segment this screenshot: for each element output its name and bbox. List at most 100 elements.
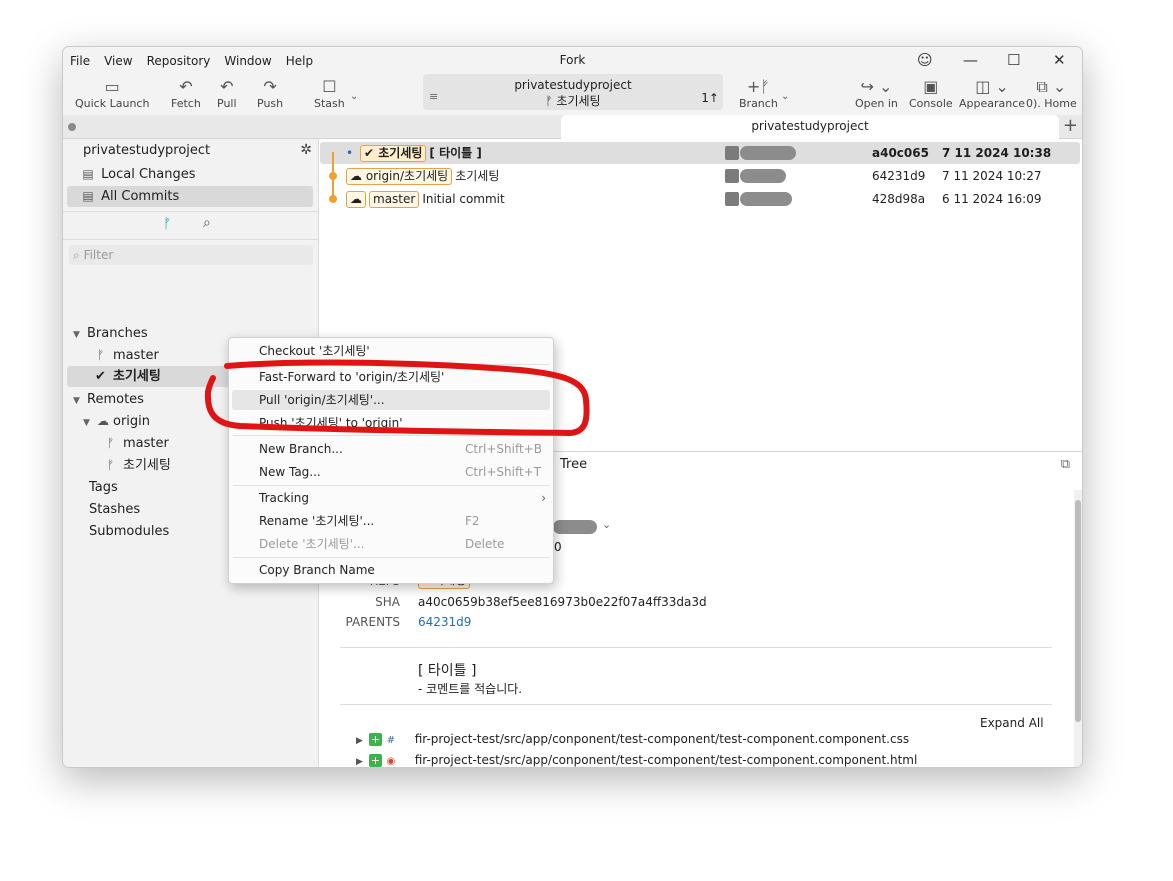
expand-all-button[interactable]: Expand All bbox=[980, 716, 1044, 730]
minimize-icon[interactable]: — bbox=[963, 51, 978, 69]
remote-branch-current[interactable]: ᚠ 초기세팅 bbox=[107, 455, 171, 476]
stash-icon: ☐ bbox=[322, 77, 337, 96]
menu-item-new-tag[interactable]: New Tag... Ctrl+Shift+T bbox=[232, 462, 550, 482]
menu-item-rename[interactable]: Rename '초기세팅'... F2 bbox=[232, 511, 550, 531]
status-dot-icon bbox=[68, 123, 76, 131]
file-row[interactable]: ▶ + ◉ fir-project-test/src/app/conponent/t… bbox=[356, 753, 917, 767]
message-title: [ 타이틀 ] bbox=[418, 663, 477, 679]
branch-view-icon[interactable]: ᚠ bbox=[163, 216, 171, 232]
tree-tags[interactable]: Tags bbox=[89, 477, 118, 498]
sidebar-item-all-commits[interactable]: ▤ All Commits bbox=[67, 186, 313, 207]
menu-item-checkout[interactable]: Checkout '초기세팅' bbox=[232, 341, 550, 361]
quick-launch-button[interactable]: ▭ Quick Launch bbox=[75, 77, 149, 110]
commit-message: [ 타이틀 ] bbox=[429, 146, 482, 160]
close-icon[interactable]: ✕ bbox=[1053, 51, 1066, 69]
branch-icon: ᚠ bbox=[97, 348, 105, 362]
message-body: - 코멘트를 적습니다. bbox=[418, 682, 523, 696]
sidebar-repo-name: privatestudyproject bbox=[83, 143, 211, 158]
sidebar-item-local-changes[interactable]: ▤ Local Changes bbox=[67, 164, 313, 185]
fetch-button[interactable]: ↶ Fetch bbox=[171, 77, 201, 110]
expand-icon: ▼ bbox=[73, 396, 80, 406]
css-file-icon: # bbox=[386, 735, 396, 746]
graph-node bbox=[329, 195, 337, 203]
tree-branches[interactable]: ▼ Branches bbox=[73, 323, 148, 346]
open-in-icon: ↪ ⌄ bbox=[860, 77, 893, 96]
branch-tag: ✔ 초기세팅 bbox=[360, 145, 427, 162]
menu-separator bbox=[233, 364, 549, 365]
add-tab-icon[interactable]: + bbox=[1063, 115, 1078, 137]
remote-branch-master[interactable]: ᚠ master bbox=[107, 433, 169, 454]
windows-icon: ⧉ ⌄ bbox=[1036, 77, 1067, 96]
commit-date: 6 11 2024 16:09 bbox=[942, 192, 1042, 206]
head-dot-icon: • bbox=[346, 146, 354, 160]
commit-row[interactable]: • ✔ 초기세팅[ 타이틀 ] a40c065 7 11 2024 10:38 bbox=[320, 142, 1080, 202]
commits-icon: ▤ bbox=[82, 189, 94, 203]
branch-dropdown-icon[interactable]: ⌄ bbox=[781, 91, 789, 102]
menu-separator bbox=[233, 435, 549, 436]
window-icon: ▭ bbox=[104, 77, 120, 96]
title-bar: File View Repository Window Help Fork ☺ … bbox=[63, 47, 1082, 75]
pull-button[interactable]: ↶ Pull bbox=[217, 77, 237, 110]
menu-item-pull[interactable]: Pull 'origin/초기세팅'... bbox=[232, 390, 550, 410]
tree-remotes[interactable]: ▼ Remotes bbox=[73, 389, 144, 412]
shortcut: Ctrl+Shift+T bbox=[465, 465, 542, 479]
shortcut: Delete bbox=[465, 537, 505, 551]
parents-label: PARENTS bbox=[345, 615, 400, 629]
repo-name: privatestudyproject bbox=[514, 78, 632, 92]
filter-input[interactable]: ⌕ Filter bbox=[69, 245, 313, 265]
file-row[interactable]: ▶ + # fir-project-test/src/app/conponent/t… bbox=[356, 732, 909, 746]
stash-button[interactable]: ☐ Stash bbox=[314, 77, 345, 110]
remote-tag: ☁ origin/초기세팅 bbox=[346, 168, 453, 185]
cloud-icon: ☁ bbox=[97, 414, 109, 428]
appearance-button[interactable]: ◫ ⌄ Appearance bbox=[959, 77, 1025, 110]
author-redacted bbox=[740, 169, 786, 183]
menu-item-new-branch[interactable]: New Branch... Ctrl+Shift+B bbox=[232, 439, 550, 459]
branch-button[interactable]: +ᚠ Branch bbox=[739, 77, 778, 110]
chevron-down-icon[interactable]: ⌄ bbox=[602, 518, 611, 531]
ahead-count: 1↑ bbox=[701, 91, 719, 105]
details-scrollbar[interactable] bbox=[1074, 490, 1082, 767]
expand-icon: ▼ bbox=[73, 330, 80, 340]
pull-icon: ↶ bbox=[220, 77, 234, 96]
home-button[interactable]: ⧉ ⌄ 0). Home bbox=[1026, 77, 1077, 110]
menu-item-fast-forward[interactable]: Fast-Forward to 'origin/초기세팅' bbox=[232, 367, 550, 387]
remote-item-origin[interactable]: ▼ ☁ origin bbox=[83, 411, 150, 434]
shortcut: Ctrl+Shift+B bbox=[465, 442, 542, 456]
branch-item-master[interactable]: ᚠ master bbox=[97, 345, 159, 366]
sha-label: SHA bbox=[375, 595, 400, 609]
menu-item-push[interactable]: Push '초기세팅' to 'origin' bbox=[232, 413, 550, 433]
repository-selector[interactable]: ≡ privatestudyproject ᚠ 초기세팅 1↑ bbox=[423, 74, 723, 110]
parents-link[interactable]: 64231d9 bbox=[418, 615, 471, 629]
external-link-icon[interactable]: ⧉ bbox=[1061, 457, 1070, 472]
menu-item-copy-branch-name[interactable]: Copy Branch Name bbox=[232, 560, 550, 580]
fetch-icon: ↶ bbox=[179, 77, 193, 96]
tab-tree[interactable]: Tree bbox=[560, 457, 587, 472]
tree-submodules[interactable]: Submodules bbox=[89, 521, 169, 542]
open-in-button[interactable]: ↪ ⌄ Open in bbox=[855, 77, 898, 110]
tab-bar: privatestudyproject + bbox=[63, 115, 1082, 139]
push-button[interactable]: ↷ Push bbox=[257, 77, 283, 110]
avatar bbox=[725, 169, 739, 183]
menu-item-tracking[interactable]: Tracking › bbox=[232, 488, 550, 508]
search-icon[interactable]: ⌕ bbox=[203, 215, 211, 231]
maximize-icon[interactable]: ☐ bbox=[1007, 51, 1020, 69]
divider bbox=[63, 239, 319, 240]
new-branch-icon: +ᚠ bbox=[746, 77, 770, 96]
added-icon: + bbox=[368, 733, 382, 746]
author-redacted bbox=[740, 146, 796, 160]
tree-stashes[interactable]: Stashes bbox=[89, 499, 140, 520]
divider bbox=[340, 704, 1052, 705]
commit-row[interactable]: ☁ master Initial commit 428d98a 6 11 2024 … bbox=[320, 188, 1080, 210]
commit-row[interactable]: ☁ origin/초기세팅 초기세팅 64231d9 7 11 2024 10:2… bbox=[320, 165, 1080, 187]
branch-icon: ᚠ bbox=[107, 436, 115, 450]
divider bbox=[340, 647, 1052, 648]
stash-dropdown-icon[interactable]: ⌄ bbox=[350, 91, 358, 102]
scrollbar-thumb[interactable] bbox=[1075, 500, 1081, 722]
current-branch: ᚠ 초기세팅 bbox=[545, 94, 601, 108]
console-icon: ▣ bbox=[923, 77, 939, 96]
console-button[interactable]: ▣ Console bbox=[909, 77, 953, 110]
smiley-icon[interactable]: ☺ bbox=[917, 51, 933, 69]
tab-repository[interactable]: privatestudyproject bbox=[561, 115, 1059, 139]
gear-icon[interactable]: ✲ bbox=[300, 142, 312, 158]
commit-sha: a40c065 bbox=[872, 146, 929, 160]
